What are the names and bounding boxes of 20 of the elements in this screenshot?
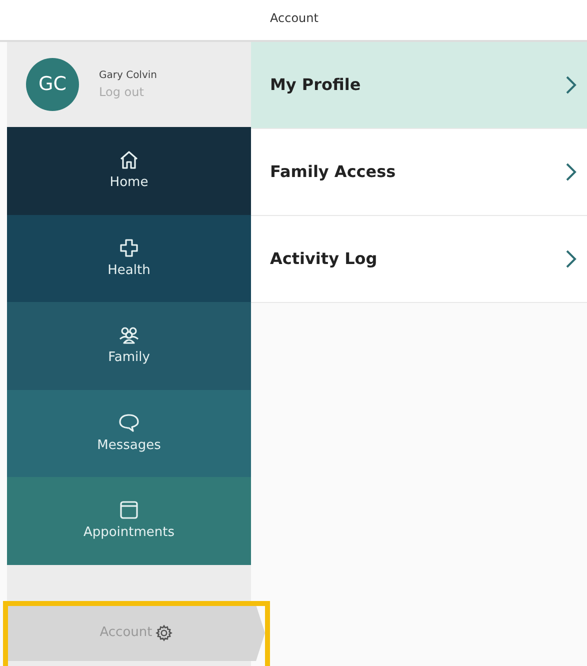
- page-title: Account: [270, 10, 318, 27]
- menu-item[interactable]: My Profile: [251, 42, 587, 129]
- menu-item[interactable]: Activity Log: [251, 216, 587, 303]
- window-icon: [118, 499, 140, 522]
- people-icon: [118, 324, 140, 346]
- chevron-icon: [565, 75, 577, 95]
- avatar: GC: [26, 58, 79, 111]
- nav-item[interactable]: Health: [7, 214, 251, 302]
- home-icon: [118, 149, 140, 172]
- chevron-icon: [565, 162, 577, 182]
- speech-bubble-icon: [118, 412, 140, 434]
- nav-item[interactable]: Appointments: [7, 477, 251, 565]
- nav-item[interactable]: Home: [7, 127, 251, 215]
- settings-icon: [155, 624, 174, 642]
- nav-item[interactable]: Messages: [7, 390, 251, 478]
- menu-item[interactable]: Family Access: [251, 129, 587, 216]
- cross-icon: [118, 236, 140, 259]
- nav-item[interactable]: Family: [7, 302, 251, 390]
- user-name: Gary Colvin: [99, 69, 157, 83]
- chevron-icon: [565, 249, 577, 269]
